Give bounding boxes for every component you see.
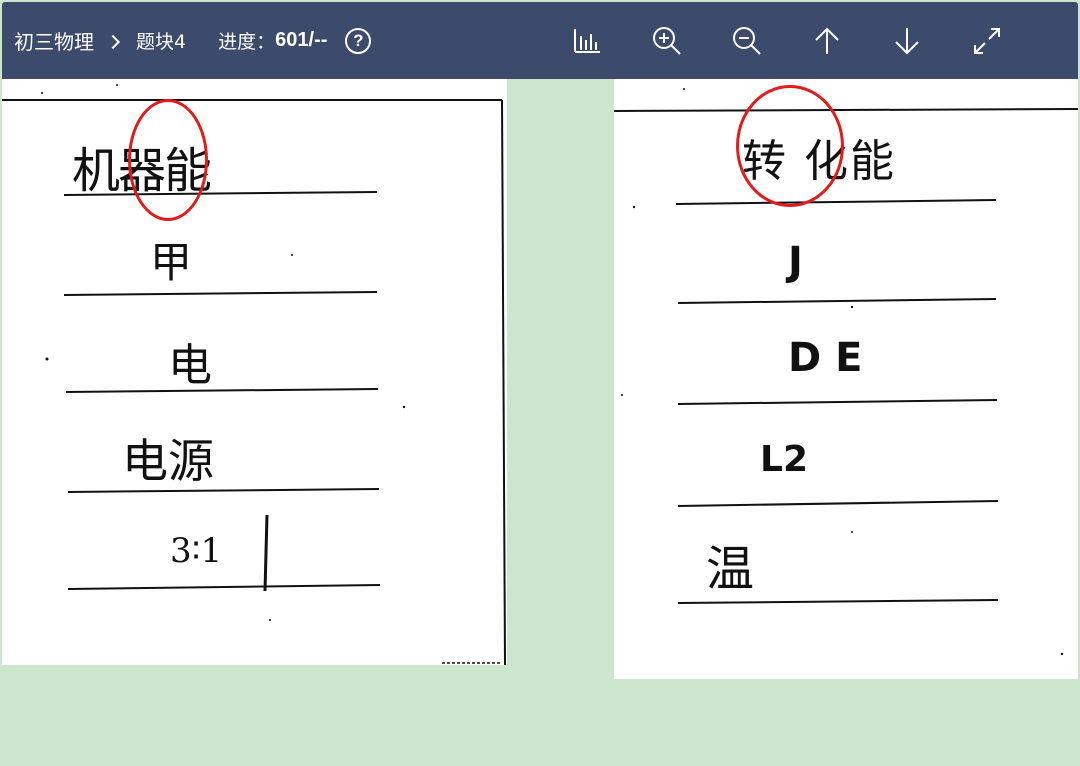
error-circle-left xyxy=(128,99,208,221)
previous-button[interactable] xyxy=(802,16,852,66)
answer-4: 电源 xyxy=(122,434,214,488)
progress-value: 601/-- xyxy=(275,29,328,51)
answer-sheet-left[interactable]: 机器能 甲 电 电源 3∶1 xyxy=(2,79,507,665)
arrow-up-icon xyxy=(815,27,839,54)
answer-4: L2 xyxy=(760,439,808,480)
help-button[interactable]: ? xyxy=(345,27,372,54)
zoom-in-icon xyxy=(653,26,681,55)
breadcrumb-question-block[interactable]: 题块4 xyxy=(136,27,186,54)
chevron-right-icon xyxy=(105,34,121,49)
breadcrumb: 初三物理 题块4 进度： 601/-- ? xyxy=(14,26,372,55)
zoom-out-button[interactable] xyxy=(722,16,772,66)
view-tools xyxy=(562,2,1042,79)
top-toolbar: 初三物理 题块4 进度： 601/-- ? xyxy=(2,2,1078,79)
progress-indicator: 进度： 601/-- xyxy=(218,27,327,54)
marking-workspace: 初三物理 题块4 进度： 601/-- ? 机器能 甲 电 电源 3∶1 转 化… xyxy=(0,0,1080,766)
answer-2: J xyxy=(788,239,803,285)
answer-5: 3∶1 xyxy=(170,531,223,571)
answer-3: D E xyxy=(788,335,863,381)
next-button[interactable] xyxy=(882,16,932,66)
answer-2: 甲 xyxy=(150,238,193,287)
error-circle-right xyxy=(736,85,844,207)
zoom-out-icon xyxy=(733,26,761,55)
statistics-button[interactable] xyxy=(562,16,612,66)
breadcrumb-subject[interactable]: 初三物理 xyxy=(14,26,94,55)
answer-5: 温 xyxy=(706,541,755,597)
answer-sheet-right[interactable]: 转 化能 J D E L2 温 xyxy=(614,79,1078,679)
question-mark-icon: ? xyxy=(353,30,364,50)
progress-label: 进度： xyxy=(218,31,276,53)
arrow-down-icon xyxy=(895,27,919,54)
statistics-icon xyxy=(574,28,600,53)
answer-3: 电 xyxy=(168,340,212,391)
fullscreen-icon xyxy=(974,27,1000,54)
fullscreen-button[interactable] xyxy=(962,16,1012,66)
zoom-in-button[interactable] xyxy=(642,16,692,66)
